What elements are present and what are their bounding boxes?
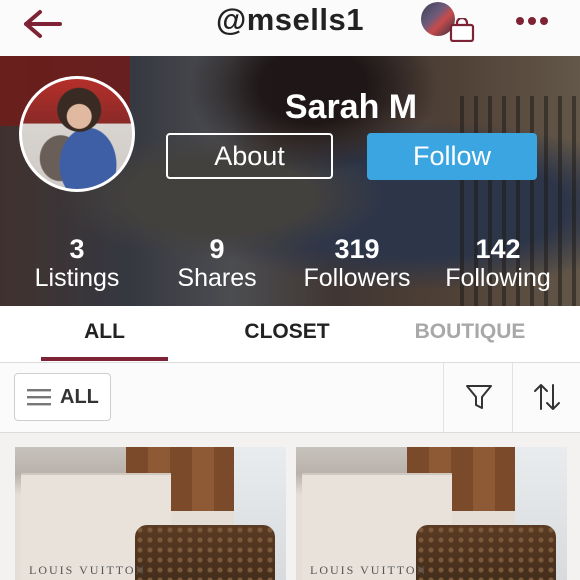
divider bbox=[512, 363, 513, 432]
listing-card[interactable]: LOUIS VUITTON bbox=[15, 447, 286, 580]
active-tab-indicator bbox=[41, 357, 168, 361]
follow-button[interactable]: Follow bbox=[367, 133, 537, 180]
tab-closet[interactable]: CLOSET bbox=[222, 320, 352, 344]
divider bbox=[443, 363, 444, 432]
sort-arrows-icon[interactable] bbox=[533, 382, 561, 412]
photo-brand-text: LOUIS VUITTON bbox=[310, 563, 428, 577]
stat-listings[interactable]: 3 Listings bbox=[7, 234, 147, 292]
stat-value: 142 bbox=[475, 234, 521, 264]
filter-bar: ALL bbox=[0, 363, 580, 433]
stat-value: 319 bbox=[334, 234, 380, 264]
stat-label: Listings bbox=[34, 264, 120, 292]
shopping-bag-icon[interactable] bbox=[449, 18, 475, 42]
stat-following[interactable]: 142 Following bbox=[428, 234, 568, 292]
category-filter-button[interactable]: ALL bbox=[14, 373, 111, 421]
filter-funnel-icon[interactable] bbox=[465, 383, 493, 411]
photo-handbag bbox=[416, 525, 556, 580]
more-dots-icon[interactable] bbox=[514, 15, 550, 27]
stat-shares[interactable]: 9 Shares bbox=[147, 234, 287, 292]
tab-all[interactable]: ALL bbox=[41, 320, 168, 344]
listing-card[interactable]: LOUIS VUITTON bbox=[296, 447, 567, 580]
photo-brand-text: LOUIS VUITTON bbox=[29, 563, 147, 577]
stat-value: 3 bbox=[69, 234, 85, 264]
profile-handle: @msells1 bbox=[216, 2, 364, 37]
profile-name: Sarah M bbox=[284, 88, 418, 126]
category-filter-label: ALL bbox=[60, 386, 99, 408]
stat-label: Shares bbox=[177, 264, 257, 292]
tab-boutique[interactable]: BOUTIQUE bbox=[400, 320, 540, 344]
closet-tabs: ALL CLOSET BOUTIQUE bbox=[0, 306, 580, 363]
stat-followers[interactable]: 319 Followers bbox=[287, 234, 427, 292]
stat-label: Following bbox=[445, 264, 551, 292]
profile-avatar[interactable] bbox=[19, 76, 135, 192]
stat-label: Followers bbox=[303, 264, 411, 292]
top-bar: @msells1 bbox=[0, 0, 580, 56]
stat-value: 9 bbox=[209, 234, 225, 264]
about-button[interactable]: About bbox=[166, 133, 333, 179]
photo-handbag bbox=[135, 525, 275, 580]
menu-lines-icon bbox=[27, 389, 51, 406]
listing-grid: LOUIS VUITTON LOUIS VUITTON bbox=[0, 433, 580, 580]
